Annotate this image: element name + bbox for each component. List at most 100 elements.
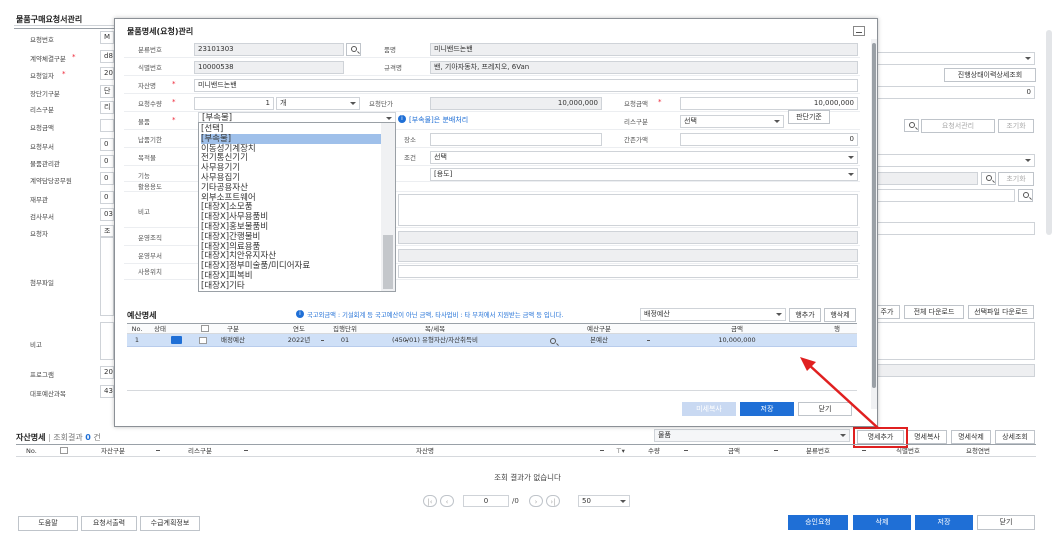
column-filter-icon-5[interactable] xyxy=(862,450,866,451)
background-value-8[interactable]: 0 xyxy=(100,172,114,185)
delete-spec-button[interactable]: 명세삭제 xyxy=(951,430,991,444)
unit-select[interactable]: 개 xyxy=(276,97,360,110)
background-value-15[interactable]: 43 xyxy=(100,385,114,398)
close-button[interactable]: 닫기 xyxy=(977,515,1035,530)
place-field[interactable] xyxy=(430,133,602,146)
asset-select-all-checkbox[interactable] xyxy=(60,447,68,454)
modal-save-button[interactable]: 저장 xyxy=(740,402,794,416)
background-right-input-3[interactable] xyxy=(870,172,978,185)
qty-field[interactable]: 1 xyxy=(194,97,274,110)
note-textarea[interactable] xyxy=(398,194,858,226)
budget-type-select[interactable]: 배정예산 xyxy=(640,308,786,321)
background-right-input-6[interactable] xyxy=(870,364,1035,377)
background-right-btn-2[interactable]: 조기화 xyxy=(998,119,1034,133)
page-size-select[interactable]: 50 xyxy=(578,495,630,507)
background-right-input-5[interactable] xyxy=(870,222,1035,235)
background-right-input-4[interactable] xyxy=(870,189,1015,202)
note-area[interactable] xyxy=(100,322,114,360)
save-button[interactable]: 저장 xyxy=(915,515,973,530)
first-page-button[interactable]: |‹ xyxy=(423,495,437,507)
budget-delete-row-button[interactable]: 행삭제 xyxy=(824,308,856,322)
background-value-6[interactable]: 0 xyxy=(100,138,114,151)
risk-select[interactable]: 선택 xyxy=(680,115,784,128)
modal-copy-button[interactable]: 미세복사 xyxy=(682,402,736,416)
background-right-textarea[interactable] xyxy=(870,322,1035,360)
dropdown-option[interactable]: [대장X]간행물비 xyxy=(201,232,381,242)
spec-field[interactable]: 밴, 기아자동차, 프레지오, 6Van xyxy=(430,61,858,74)
amount-field[interactable]: 10,000,000 xyxy=(680,97,858,110)
background-value-2[interactable]: 20 xyxy=(100,67,114,80)
item-search-icon[interactable] xyxy=(546,336,556,345)
classification-no-field[interactable]: 23101303 xyxy=(194,43,344,56)
supply-plan-button[interactable]: 수급계획정보 xyxy=(140,516,200,531)
condition-select[interactable]: 선택 xyxy=(430,151,858,164)
column-filter-icon-1[interactable] xyxy=(244,450,248,451)
approval-request-button[interactable]: 승인요청 xyxy=(788,515,848,530)
file-download-all-button[interactable]: 전체 다운로드 xyxy=(904,305,964,319)
background-value-3[interactable]: 단 xyxy=(100,85,114,98)
dropdown-option[interactable]: 사무용기기 xyxy=(201,163,381,173)
background-right-search[interactable] xyxy=(904,119,919,132)
attachment-area[interactable] xyxy=(100,236,114,316)
dropdown-option[interactable]: 사무용집기 xyxy=(201,173,381,183)
dropdown-option[interactable]: [대장X]사무용품비 xyxy=(201,212,381,222)
classification-search-button[interactable] xyxy=(346,43,361,56)
period-field[interactable]: 0 xyxy=(680,133,858,146)
unit-dropdown-icon[interactable] xyxy=(405,340,408,341)
item-name-field[interactable]: 미니밴드논밴 xyxy=(430,43,858,56)
background-right-btn-1[interactable]: 요청서관리 xyxy=(921,119,995,133)
background-value-4[interactable]: 리 xyxy=(100,101,114,114)
status-history-button[interactable]: 진행상태이력상세조회 xyxy=(944,68,1036,82)
background-value-0[interactable]: M xyxy=(100,31,114,44)
dropdown-option[interactable]: [대장X]피복비 xyxy=(201,271,381,281)
background-value-14[interactable]: 20 xyxy=(100,366,114,379)
column-filter-icon-0[interactable] xyxy=(156,450,160,451)
year-dropdown-icon[interactable] xyxy=(321,340,324,341)
judgement-criteria-button[interactable]: 판단기준 xyxy=(788,110,830,124)
last-page-button[interactable]: ›| xyxy=(546,495,560,507)
copy-spec-button[interactable]: 명세복사 xyxy=(907,430,947,444)
dropdown-option[interactable]: 전기통신기기 xyxy=(201,153,381,163)
next-page-button[interactable]: › xyxy=(529,495,543,507)
budget-type-dropdown-icon[interactable] xyxy=(647,340,650,341)
budget-table-row[interactable]: 1 배정예산 2022년 01 (450/01) 유형자산/자산취득비 본예산 10,000… xyxy=(127,334,857,347)
dropdown-option[interactable]: [대장X]기타 xyxy=(201,281,381,291)
dept-field[interactable] xyxy=(398,249,858,262)
delete-button[interactable]: 삭제 xyxy=(853,515,911,530)
modal-minimize-button[interactable] xyxy=(853,26,865,36)
background-value-9[interactable]: 0 xyxy=(100,191,114,204)
column-filter-icon-2[interactable] xyxy=(600,450,604,451)
dropdown-option[interactable]: [대장X]정부미술품/미디어자료 xyxy=(201,261,381,271)
print-request-button[interactable]: 요청서출력 xyxy=(81,516,137,531)
select-all-checkbox[interactable] xyxy=(201,325,209,332)
dropdown-scrollbar-thumb[interactable] xyxy=(383,235,393,289)
goods-dropdown-list[interactable]: [선택] [부속물] 이동성기계장치 전기통신기기 사무용기기 사무용집기 기타공용자산 외부… xyxy=(198,122,396,292)
page-number-input[interactable]: 0 xyxy=(463,495,509,507)
dropdown-option[interactable]: [부속물] xyxy=(201,133,381,144)
detail-view-button[interactable]: 상세조회 xyxy=(995,430,1035,444)
help-button[interactable]: 도움말 xyxy=(18,516,78,531)
background-right-select-2[interactable] xyxy=(870,154,1035,167)
background-right-select[interactable] xyxy=(870,52,1035,65)
dropdown-option[interactable]: [대장X]소모품 xyxy=(201,202,381,212)
column-filter-icon-3[interactable] xyxy=(684,450,688,451)
dropdown-option[interactable]: 기타공용자산 xyxy=(201,183,381,193)
dropdown-option[interactable]: [대장X]치안유지자산 xyxy=(201,251,381,261)
location-field[interactable] xyxy=(398,265,858,278)
dropdown-option[interactable]: [선택] xyxy=(201,124,381,134)
modal-scrollbar-thumb[interactable] xyxy=(872,43,876,388)
background-value-5[interactable] xyxy=(100,119,114,132)
use-select[interactable]: [용도] xyxy=(430,168,858,181)
asset-name-field[interactable]: 미니밴드논밴 xyxy=(194,79,858,92)
budget-add-row-button[interactable]: 행추가 xyxy=(789,308,821,322)
background-value-10[interactable]: 03 xyxy=(100,208,114,221)
identification-no-field[interactable]: 10000538 xyxy=(194,61,344,74)
prev-page-button[interactable]: ‹ xyxy=(440,495,454,507)
dropdown-option[interactable]: [대장X]홍보물품비 xyxy=(201,222,381,232)
column-filter-icon-4[interactable] xyxy=(774,450,778,451)
page-scrollbar[interactable] xyxy=(1046,30,1052,235)
background-right-btn-3[interactable]: 초기화 xyxy=(998,172,1034,186)
background-value-7[interactable]: 0 xyxy=(100,155,114,168)
background-right-search-3[interactable] xyxy=(1018,189,1033,202)
background-right-search-2[interactable] xyxy=(981,172,996,185)
